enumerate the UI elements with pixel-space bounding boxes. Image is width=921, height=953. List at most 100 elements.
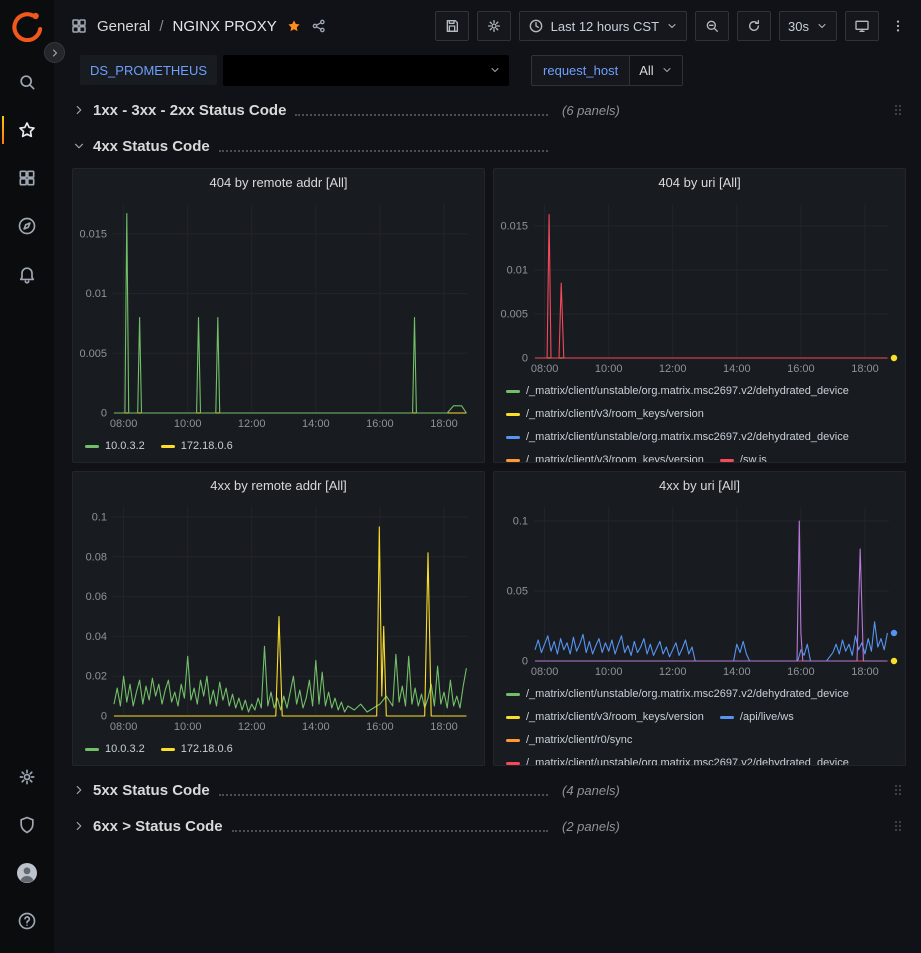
legend-item[interactable]: /_matrix/client/v3/room_keys/version <box>506 403 704 426</box>
request-host-variable-select[interactable]: All <box>630 55 682 86</box>
svg-text:0.005: 0.005 <box>79 348 107 360</box>
legend-item[interactable]: /_matrix/client/r0/sync <box>506 729 632 752</box>
svg-text:0.01: 0.01 <box>86 288 107 300</box>
svg-text:10:00: 10:00 <box>174 418 202 430</box>
sidebar-item-alerting[interactable] <box>0 250 54 298</box>
tv-mode-button[interactable] <box>845 11 879 41</box>
sidebar-item-server-admin[interactable] <box>0 801 54 849</box>
svg-text:12:00: 12:00 <box>238 721 266 733</box>
svg-text:12:00: 12:00 <box>659 666 687 678</box>
sidebar-item-profile[interactable] <box>0 849 54 897</box>
legend-item[interactable]: /api/live/ws <box>720 706 794 729</box>
row-4xx-status-code[interactable]: 4xx Status Code <box>72 132 906 160</box>
more-options-button[interactable] <box>887 11 909 41</box>
svg-text:0.04: 0.04 <box>86 631 107 643</box>
sidebar-item-dashboards[interactable] <box>0 154 54 202</box>
sidebar-item-settings[interactable] <box>0 753 54 801</box>
save-dashboard-button[interactable] <box>435 11 469 41</box>
dotted-leader <box>232 830 548 832</box>
svg-text:10:00: 10:00 <box>174 721 202 733</box>
svg-text:0.005: 0.005 <box>500 309 528 321</box>
svg-text:18:00: 18:00 <box>430 721 458 733</box>
svg-text:08:00: 08:00 <box>531 666 559 678</box>
panel-title[interactable]: 404 by uri [All] <box>494 169 905 196</box>
legend-item[interactable]: 172.18.0.6 <box>161 435 233 457</box>
shield-icon <box>17 815 37 835</box>
legend-item[interactable]: 10.0.3.2 <box>85 738 145 760</box>
clock-icon <box>528 18 544 34</box>
sidebar-item-explore[interactable] <box>0 202 54 250</box>
svg-text:08:00: 08:00 <box>110 418 138 430</box>
panel-title[interactable]: 4xx by uri [All] <box>494 472 905 499</box>
breadcrumb-title[interactable]: NGINX PROXY <box>173 18 277 35</box>
legend-item[interactable]: /_matrix/client/v3/room_keys/version <box>506 706 704 729</box>
panel-title[interactable]: 404 by remote addr [All] <box>73 169 484 196</box>
dotted-leader <box>219 150 548 152</box>
svg-text:0.015: 0.015 <box>79 228 107 240</box>
share-icon[interactable] <box>311 18 327 34</box>
chevron-down-icon <box>666 20 678 32</box>
drag-handle-icon[interactable] <box>890 782 906 798</box>
favorite-star-icon[interactable] <box>286 18 302 34</box>
sidebar-item-help[interactable] <box>0 897 54 945</box>
drag-handle-icon[interactable] <box>890 102 906 118</box>
refresh-button[interactable] <box>737 11 771 41</box>
legend-item[interactable]: /_matrix/client/unstable/org.matrix.msc2… <box>506 752 849 765</box>
grafana-app: General / NGINX PROXY Last 12 hours CST … <box>0 0 921 953</box>
grafana-logo-icon <box>11 9 44 42</box>
zoom-out-button[interactable] <box>695 11 729 41</box>
panel-4xx-by-uri: 4xx by uri [All] 00.050.108:0010:0012:00… <box>493 471 906 766</box>
datasource-variable-select[interactable] <box>223 55 509 86</box>
chart-404-by-remote-addr[interactable]: 00.0050.010.01508:0010:0012:0014:0016:00… <box>73 196 484 433</box>
drag-handle-icon[interactable] <box>890 818 906 834</box>
panel-title[interactable]: 4xx by remote addr [All] <box>73 472 484 499</box>
row-title: 5xx Status Code <box>93 782 210 799</box>
legend-item[interactable]: 10.0.3.2 <box>85 435 145 457</box>
legend-item[interactable]: 172.18.0.6 <box>161 738 233 760</box>
chart-4xx-by-uri[interactable]: 00.050.108:0010:0012:0014:0016:0018:00 <box>494 499 905 681</box>
chevron-down-icon <box>661 64 673 76</box>
sidebar-bottom <box>0 753 54 945</box>
svg-text:16:00: 16:00 <box>787 363 815 375</box>
svg-text:0: 0 <box>522 656 528 668</box>
search-icon <box>17 72 37 92</box>
legend: /_matrix/client/unstable/org.matrix.msc2… <box>494 681 905 765</box>
monitor-icon <box>854 18 870 34</box>
chevron-right-icon <box>49 47 61 59</box>
sidebar-item-search[interactable] <box>0 58 54 106</box>
time-range-picker[interactable]: Last 12 hours CST <box>519 11 687 41</box>
breadcrumb-separator: / <box>159 18 163 35</box>
row-title: 1xx - 3xx - 2xx Status Code <box>93 102 286 119</box>
kebab-menu-icon <box>890 18 906 34</box>
chart-4xx-by-remote-addr[interactable]: 00.020.040.060.080.108:0010:0012:0014:00… <box>73 499 484 736</box>
legend-item[interactable]: /sw.js <box>720 449 767 462</box>
dashboard-content: 1xx - 3xx - 2xx Status Code (6 panels) 4… <box>54 88 921 953</box>
row-panel-count: (2 panels) <box>562 819 620 834</box>
svg-text:0: 0 <box>101 408 107 420</box>
time-range-label: Last 12 hours CST <box>551 19 659 34</box>
grafana-logo[interactable] <box>11 9 44 42</box>
panel-404-by-uri: 404 by uri [All] 00.0050.010.01508:0010:… <box>493 168 906 463</box>
legend-item[interactable]: /_matrix/client/unstable/org.matrix.msc2… <box>506 380 849 403</box>
legend-item[interactable]: /_matrix/client/v3/room_keys/version <box>506 449 704 462</box>
refresh-interval-picker[interactable]: 30s <box>779 11 837 41</box>
legend-item[interactable]: /_matrix/client/unstable/org.matrix.msc2… <box>506 683 849 706</box>
row-5xx-status-code[interactable]: 5xx Status Code (4 panels) <box>72 776 906 804</box>
svg-text:14:00: 14:00 <box>302 721 330 733</box>
sidebar-item-starred[interactable] <box>0 106 54 154</box>
svg-text:12:00: 12:00 <box>238 418 266 430</box>
breadcrumb-section[interactable]: General <box>97 18 150 35</box>
row-6xx-status-code[interactable]: 6xx > Status Code (2 panels) <box>72 812 906 840</box>
dashboard-settings-button[interactable] <box>477 11 511 41</box>
svg-text:0: 0 <box>522 353 528 365</box>
chart-404-by-uri[interactable]: 00.0050.010.01508:0010:0012:0014:0016:00… <box>494 196 905 378</box>
request-host-variable-label: request_host <box>531 55 630 86</box>
row-1xx-3xx-2xx-status-code[interactable]: 1xx - 3xx - 2xx Status Code (6 panels) <box>72 96 906 124</box>
svg-text:0.01: 0.01 <box>507 265 528 277</box>
dashboards-grid-icon <box>17 168 37 188</box>
svg-text:16:00: 16:00 <box>366 418 394 430</box>
expand-sidebar-button[interactable] <box>44 42 65 63</box>
panel-title-text: 404 by remote addr [All] <box>209 175 347 190</box>
datasource-variable-label[interactable]: DS_PROMETHEUS <box>80 55 217 85</box>
legend-item[interactable]: /_matrix/client/unstable/org.matrix.msc2… <box>506 426 849 449</box>
